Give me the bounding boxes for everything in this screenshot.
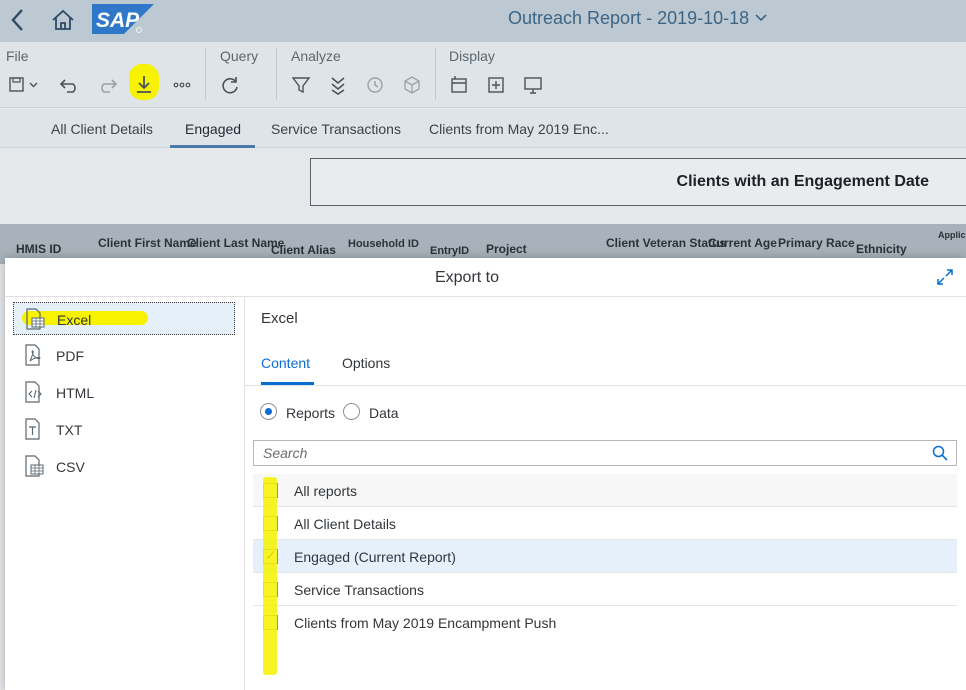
tab-options[interactable]: Options xyxy=(342,355,390,371)
history-icon[interactable] xyxy=(362,72,388,98)
back-icon[interactable] xyxy=(8,7,28,33)
radio-label-reports[interactable]: Reports xyxy=(286,405,335,421)
more-icon[interactable] xyxy=(169,72,195,98)
export-dialog: Export to Excel PDF HTML TXT CSV Excel C… xyxy=(5,258,966,690)
group-label-analyze: Analyze xyxy=(291,48,341,64)
toolbar-separator xyxy=(435,48,436,100)
tab-service-transactions[interactable]: Service Transactions xyxy=(271,121,401,137)
radio-data[interactable] xyxy=(343,403,360,420)
group-label-query: Query xyxy=(220,48,259,64)
column-header: Client Last Name xyxy=(187,236,285,250)
report-row-all[interactable]: All reports xyxy=(253,474,957,507)
format-label: Excel xyxy=(57,312,92,328)
report-label: Engaged (Current Report) xyxy=(294,549,456,565)
html-file-icon xyxy=(23,381,45,403)
dialog-title: Export to xyxy=(434,269,500,286)
filter-icon[interactable] xyxy=(288,72,314,98)
format-label: TXT xyxy=(56,422,83,438)
pdf-file-icon xyxy=(23,344,45,366)
shell-bar: SAP Outreach Report - 2019-10-18 xyxy=(0,0,966,42)
cube-icon[interactable] xyxy=(399,72,425,98)
txt-file-icon xyxy=(23,418,45,440)
checkbox-highlight xyxy=(263,477,277,675)
csv-file-icon xyxy=(23,455,45,477)
column-header: HMIS ID xyxy=(16,242,62,256)
search-input[interactable] xyxy=(254,441,924,465)
report-tab-bar: All Client Details Engaged Service Trans… xyxy=(0,109,966,148)
toolbar-separator xyxy=(276,48,277,100)
format-label: HTML xyxy=(56,385,95,401)
excel-file-icon xyxy=(24,308,46,330)
radio-reports[interactable] xyxy=(260,403,277,420)
refresh-icon[interactable] xyxy=(217,72,243,98)
column-header: Household ID xyxy=(348,238,419,250)
column-header: EntryID xyxy=(430,245,470,257)
undo-icon[interactable] xyxy=(57,72,83,98)
tab-divider xyxy=(245,385,966,386)
report-title-box: Clients with an Engagement Date xyxy=(310,158,966,206)
search-icon[interactable] xyxy=(932,445,948,461)
expand-icon[interactable] xyxy=(936,268,954,286)
format-list: Excel PDF HTML TXT CSV xyxy=(5,297,245,690)
drill-icon[interactable] xyxy=(325,72,351,98)
toolbar-separator xyxy=(205,48,206,100)
report-row[interactable]: Clients from May 2019 Encampment Push xyxy=(253,606,957,639)
insert-icon[interactable] xyxy=(483,72,509,98)
monitor-icon[interactable] xyxy=(520,72,546,98)
sap-logo[interactable]: SAP xyxy=(92,4,154,34)
column-header: Project xyxy=(486,242,527,256)
app-title[interactable]: Outreach Report - 2019-10-18 xyxy=(508,8,767,29)
panel-icon[interactable] xyxy=(446,72,472,98)
download-icon[interactable] xyxy=(131,72,157,98)
search-field xyxy=(253,440,957,466)
export-settings-pane: Excel Content Options Reports Data All r… xyxy=(245,297,966,690)
report-row[interactable]: Service Transactions xyxy=(253,573,957,606)
home-icon[interactable] xyxy=(50,8,76,32)
dialog-header: Export to xyxy=(5,258,966,297)
chevron-down-icon xyxy=(755,10,767,25)
column-header: Ethnicity xyxy=(856,242,907,256)
format-label: PDF xyxy=(56,348,84,364)
tab-engaged[interactable]: Engaged xyxy=(185,121,241,137)
column-header: Current Age xyxy=(708,236,777,250)
group-label-display: Display xyxy=(449,48,495,64)
tab-all-client-details[interactable]: All Client Details xyxy=(51,121,153,137)
group-label-file: File xyxy=(6,48,29,64)
column-header: Client First Name xyxy=(98,236,197,250)
format-label: CSV xyxy=(56,459,85,475)
report-label: Clients from May 2019 Encampment Push xyxy=(294,615,557,631)
redo-icon[interactable] xyxy=(94,72,120,98)
save-icon[interactable] xyxy=(5,72,43,98)
radio-label-data[interactable]: Data xyxy=(369,405,399,421)
report-label: All reports xyxy=(294,483,358,499)
app-title-text: Outreach Report - 2019-10-18 xyxy=(508,8,750,28)
report-label: Service Transactions xyxy=(294,582,424,598)
format-item-txt[interactable]: TXT xyxy=(13,413,235,446)
column-header: Applic Foun Enca xyxy=(938,230,966,240)
report-toolbar: File Query Analyze Display xyxy=(0,42,966,108)
tab-clients-may-2019[interactable]: Clients from May 2019 Enc... xyxy=(429,121,609,137)
format-item-pdf[interactable]: PDF xyxy=(13,339,235,372)
format-item-excel[interactable]: Excel xyxy=(13,302,235,335)
report-row[interactable]: Engaged (Current Report) xyxy=(253,540,957,573)
report-title: Clients with an Engagement Date xyxy=(676,173,929,190)
pane-title: Excel xyxy=(261,310,298,327)
tab-content[interactable]: Content xyxy=(261,355,310,371)
column-header: Client Alias xyxy=(271,243,336,257)
format-item-html[interactable]: HTML xyxy=(13,376,235,409)
report-label: All Client Details xyxy=(294,516,396,532)
format-item-csv[interactable]: CSV xyxy=(13,450,235,483)
svg-text:SAP: SAP xyxy=(96,9,140,32)
report-row[interactable]: All Client Details xyxy=(253,507,957,540)
column-header: Primary Race xyxy=(778,236,855,250)
